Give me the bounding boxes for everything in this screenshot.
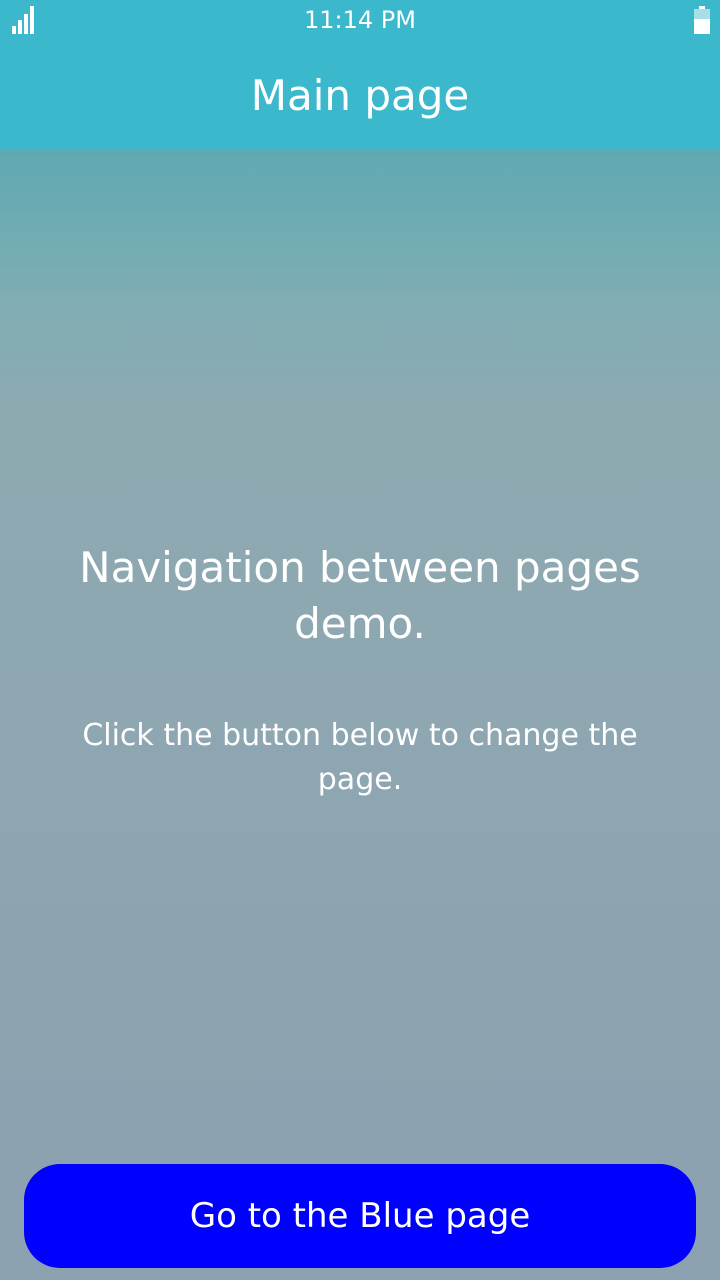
status-time: 11:14 PM bbox=[304, 6, 416, 34]
page-title: Main page bbox=[250, 71, 470, 120]
status-bar: 11:14 PM bbox=[0, 0, 720, 40]
go-to-blue-page-button[interactable]: Go to the Blue page bbox=[24, 1164, 696, 1268]
header-bar: 11:14 PM Main page bbox=[0, 0, 720, 150]
instruction-text: Click the button below to change the pag… bbox=[82, 718, 638, 797]
demo-heading: Navigation between pages demo. bbox=[79, 543, 641, 648]
main-page-screen: 11:14 PM Main page Navigation between pa… bbox=[0, 0, 720, 1280]
battery-icon bbox=[694, 6, 710, 34]
